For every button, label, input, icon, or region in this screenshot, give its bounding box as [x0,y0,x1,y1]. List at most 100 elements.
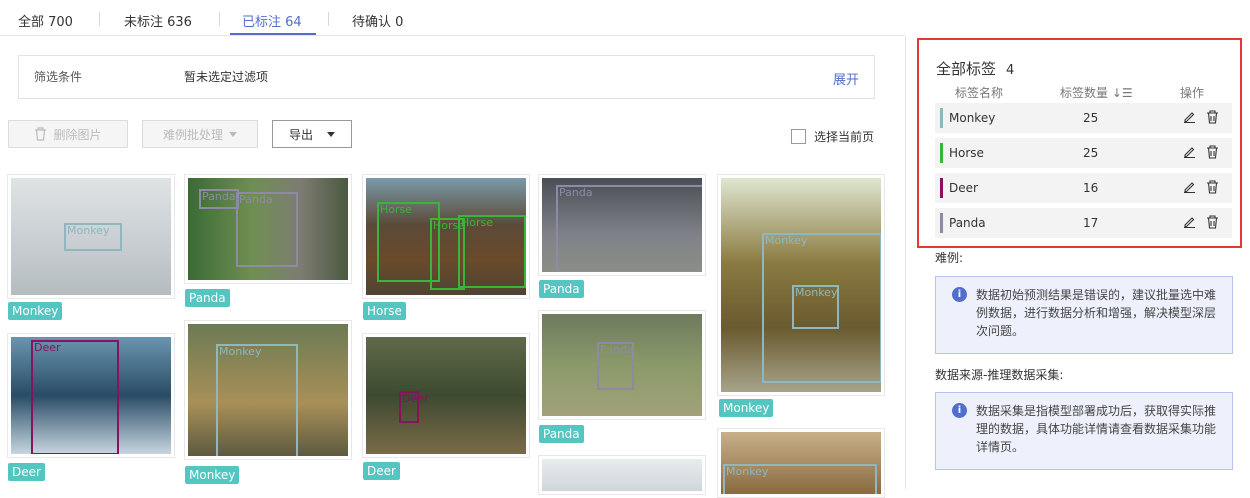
bounding-box: Deer [31,340,119,454]
label-color-bar [940,213,943,233]
info-icon: i [952,287,967,302]
delete-icon[interactable] [1206,145,1219,162]
dataset-image[interactable]: Monkey [11,178,171,295]
filter-value: 暂未选定过滤项 [184,70,269,84]
caret-down-icon [229,131,237,137]
labels-title: 全部标签 4 [936,60,1015,78]
tab-pending[interactable]: 待确认 0 [352,11,403,30]
export-label: 导出 [288,127,313,142]
label-row: Panda 17 [935,208,1232,238]
select-page-checkbox[interactable] [791,129,806,144]
label-color-bar [940,178,943,198]
edit-icon[interactable] [1183,145,1196,161]
tab-bar: 全部 700 未标注 636 已标注 64 待确认 0 [0,0,905,36]
label-name: Monkey [949,111,996,125]
bounding-box: Monkey [723,464,877,494]
dataset-image[interactable]: Panda Panda [188,178,348,280]
data-source-heading: 数据来源-推理数据采集: [935,368,1064,382]
all-labels-panel: 全部标签 4 标签名称 标签数量 ↓☰ 操作 Monkey 25 Horse 25… [917,38,1242,248]
label-name: Horse [949,146,984,160]
hard-example-batch-button[interactable]: 难例批处理 [142,120,258,148]
export-button[interactable]: 导出 [272,120,352,148]
image-card[interactable]: Deer [7,333,175,458]
bounding-box: Deer [399,391,429,423]
bounding-box-label: Horse [461,216,494,229]
image-card[interactable] [538,455,706,495]
tab-separator [219,12,220,26]
tab-all[interactable]: 全部 700 [18,11,73,30]
bounding-box-label: Panda [202,190,236,203]
label-count: 25 [1083,111,1099,125]
filter-label: 筛选条件 [34,70,83,84]
col-operations: 操作 [1180,86,1205,100]
bounding-box: Panda [556,185,702,272]
delete-icon[interactable] [1206,180,1219,197]
dataset-image[interactable]: Monkey [721,432,881,494]
tab-unlabeled[interactable]: 未标注 636 [124,11,192,30]
hard-example-info: i 数据初始预测结果是错误的，建议批量选中难例数据，进行数据分析和增强，解决模型… [935,276,1233,354]
select-current-page[interactable]: 选择当前页 [791,128,874,145]
delete-icon[interactable] [1206,110,1219,127]
image-card[interactable]: Deer [362,333,530,458]
hard-example-batch-label: 难例批处理 [162,127,223,142]
bounding-box-label: Monkey [67,224,110,237]
image-card[interactable]: Panda [538,310,706,420]
labels-count: 4 [1006,63,1015,78]
bounding-box-label: Monkey [219,345,262,358]
bounding-box: Panda [236,192,298,267]
image-label-tag: Deer [363,462,400,480]
image-label-tag: Panda [539,280,584,298]
image-card[interactable]: Monkey Monkey [717,174,885,396]
bounding-box-label: Monkey [765,234,808,247]
label-name: Panda [949,216,986,230]
dataset-image[interactable]: Deer [11,337,171,454]
tab-separator [99,12,100,26]
col-label-name: 标签名称 [955,86,1004,100]
dataset-image[interactable]: Monkey Monkey [721,178,881,392]
bounding-box: Horse [458,215,526,288]
bounding-box-label: Panda [600,343,634,356]
panel-divider [905,36,906,489]
image-label-tag: Monkey [185,466,240,484]
tab-separator [328,12,329,26]
image-card[interactable]: Monkey [7,174,175,299]
trash-icon [35,127,47,141]
edit-icon[interactable] [1183,180,1196,196]
dataset-image[interactable] [542,459,702,491]
image-card[interactable]: Panda Panda [184,174,352,284]
dataset-image[interactable]: Monkey [188,324,348,456]
tab-labeled[interactable]: 已标注 64 [242,11,302,30]
data-source-text: 数据采集是指模型部署成功后，获取得实际推理的数据，具体功能详情请查看数据采集功能… [976,404,1217,454]
bounding-box: Monkey [216,344,298,456]
select-page-label: 选择当前页 [814,130,875,144]
delete-images-button[interactable]: 删除图片 [8,120,128,148]
image-card[interactable]: Panda [538,174,706,276]
image-card[interactable]: Monkey [184,320,352,460]
delete-icon[interactable] [1206,215,1219,232]
label-row: Horse 25 [935,138,1232,168]
edit-icon[interactable] [1183,110,1196,126]
hard-example-heading: 难例: [935,251,964,265]
edit-icon[interactable] [1183,215,1196,231]
label-row: Monkey 25 [935,103,1232,133]
dataset-image[interactable]: Panda [542,314,702,416]
bounding-box: Panda [199,189,239,209]
bounding-box-label: Horse [380,203,413,216]
col-label-count[interactable]: 标签数量 ↓☰ [1060,84,1133,101]
label-count: 25 [1083,146,1099,160]
bounding-box: Monkey [64,223,122,251]
label-name: Deer [949,181,978,195]
image-card[interactable]: Monkey [717,428,885,498]
label-count: 17 [1083,216,1099,230]
image-card[interactable]: Horse Horse Horse [362,174,530,299]
filter-bar: 筛选条件 暂未选定过滤项 展开 [18,55,875,99]
image-label-tag: Deer [8,463,45,481]
sort-icon[interactable]: ↓☰ [1112,86,1133,100]
image-label-tag: Monkey [719,399,774,417]
expand-link[interactable]: 展开 [833,69,859,88]
dataset-image[interactable]: Deer [366,337,526,454]
dataset-image[interactable]: Horse Horse Horse [366,178,526,295]
bounding-box: Panda [597,342,634,390]
hard-example-text: 数据初始预测结果是错误的，建议批量选中难例数据，进行数据分析和增强，解决模型深层… [976,288,1217,338]
dataset-image[interactable]: Panda [542,178,702,272]
